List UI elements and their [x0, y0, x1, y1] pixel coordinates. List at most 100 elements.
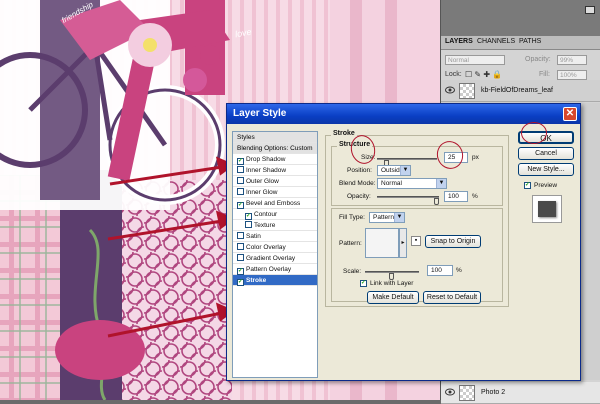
styles-header[interactable]: Styles	[233, 132, 317, 143]
opacity-slider-track[interactable]	[377, 196, 439, 198]
cancel-button[interactable]: Cancel	[518, 147, 574, 160]
style-item-label: Satin	[246, 233, 261, 240]
panel-icon[interactable]	[585, 6, 595, 14]
layer-style-dialog: Layer Style ✕ Styles Blending Options: C…	[226, 103, 581, 381]
preview-thumbnail	[538, 201, 556, 217]
scale-slider-handle[interactable]	[389, 273, 394, 280]
opacity-label: Opacity:	[347, 193, 371, 200]
style-item-label: Bevel and Emboss	[246, 200, 301, 207]
layer-name: Photo 2	[481, 389, 506, 396]
preview-swatch	[532, 195, 562, 223]
styles-list: Styles Blending Options: Custom ✓ Drop Sh…	[232, 131, 318, 378]
checkbox-unchecked[interactable]	[237, 177, 244, 184]
reset-to-default-button[interactable]: Reset to Default	[423, 291, 481, 304]
scale-field[interactable]: 100	[427, 265, 453, 276]
size-unit: px	[472, 154, 479, 161]
style-item-inner-shadow[interactable]: Inner Shadow	[233, 165, 317, 176]
eye-icon[interactable]	[445, 86, 455, 94]
checkbox-checked[interactable]: ✓	[237, 279, 244, 286]
style-item-contour[interactable]: ✓ Contour	[233, 209, 317, 220]
link-with-layer-checkbox[interactable]: ✓	[360, 280, 367, 287]
chevron-down-icon: ▼	[400, 166, 410, 175]
lock-icons[interactable]: ☐ ✎ ✚ 🔒	[465, 70, 502, 79]
panel-tabs: LAYERS CHANNELS PATHS	[441, 36, 600, 50]
style-item-stroke[interactable]: ✓ Stroke	[233, 275, 317, 286]
tab-layers[interactable]: LAYERS	[445, 38, 473, 45]
position-label: Position:	[347, 167, 372, 174]
style-item-label: Outer Glow	[246, 178, 279, 185]
checkbox-unchecked[interactable]	[237, 232, 244, 239]
checkbox-unchecked[interactable]	[237, 188, 244, 195]
style-item-satin[interactable]: Satin	[233, 231, 317, 242]
dialog-title-bar[interactable]: Layer Style ✕	[227, 104, 580, 124]
new-preset-icon[interactable]: ▪	[411, 236, 421, 246]
position-select[interactable]: Outside ▼	[377, 165, 411, 176]
style-item-inner-glow[interactable]: Inner Glow	[233, 187, 317, 198]
dialog-title: Layer Style	[233, 108, 287, 119]
close-icon: ✕	[565, 108, 575, 119]
fill-type-select[interactable]: Pattern ▼	[369, 212, 405, 223]
make-default-button[interactable]: Make Default	[367, 291, 419, 304]
blend-mode-select[interactable]: Normal ▼	[377, 178, 447, 189]
tab-paths[interactable]: PATHS	[519, 38, 541, 45]
checkbox-unchecked[interactable]	[237, 166, 244, 173]
style-item-bevel-emboss[interactable]: ✓ Bevel and Emboss	[233, 198, 317, 209]
fill-field[interactable]: 100%	[557, 70, 587, 80]
style-item-label: Pattern Overlay	[246, 266, 292, 273]
styles-header-label: Styles	[237, 134, 255, 141]
style-item-label: Color Overlay	[246, 244, 286, 251]
checkbox-checked[interactable]: ✓	[245, 213, 252, 220]
annotation-circle	[521, 122, 547, 144]
style-item-label: Inner Glow	[246, 189, 278, 196]
preview-checkbox[interactable]: ✓	[524, 182, 531, 189]
style-item-label: Inner Shadow	[246, 167, 287, 174]
checkbox-checked[interactable]: ✓	[237, 268, 244, 275]
pattern-picker-arrow[interactable]: ▸	[399, 228, 407, 258]
blend-mode-select[interactable]: Normal	[445, 55, 505, 65]
layer-thumbnail	[459, 385, 475, 401]
link-with-layer-label: Link with Layer	[370, 280, 414, 287]
style-item-color-overlay[interactable]: Color Overlay	[233, 242, 317, 253]
panel-top-area	[441, 0, 600, 36]
opacity-label: Opacity:	[525, 56, 551, 63]
style-item-label: Texture	[254, 222, 276, 229]
pattern-swatch[interactable]	[365, 228, 399, 258]
fill-type-value: Pattern	[373, 214, 394, 221]
checkbox-unchecked[interactable]	[237, 254, 244, 261]
layer-row[interactable]: Photo 2	[441, 382, 600, 404]
preview-label: Preview	[534, 182, 558, 189]
checkbox-checked[interactable]: ✓	[237, 158, 244, 165]
new-style-button[interactable]: New Style...	[518, 163, 574, 176]
blending-options-label: Blending Options: Custom	[237, 145, 313, 152]
blend-mode-label: Blend Mode:	[339, 180, 376, 187]
chevron-down-icon: ▼	[394, 213, 404, 222]
layer-thumbnail	[459, 83, 475, 99]
style-item-pattern-overlay[interactable]: ✓ Pattern Overlay	[233, 264, 317, 275]
layer-row[interactable]: kb-FieldOfDreams_leaf	[441, 80, 600, 102]
layer-name: kb-FieldOfDreams_leaf	[481, 87, 553, 94]
style-item-texture[interactable]: Texture	[233, 220, 317, 231]
style-item-outer-glow[interactable]: Outer Glow	[233, 176, 317, 187]
opacity-slider-handle[interactable]	[434, 198, 439, 205]
checkbox-checked[interactable]: ✓	[237, 202, 244, 209]
snap-to-origin-button[interactable]: Snap to Origin	[425, 235, 481, 248]
opacity-field[interactable]: 99%	[557, 55, 587, 65]
opacity-unit: %	[472, 193, 478, 200]
style-item-label: Drop Shadow	[246, 156, 286, 163]
stroke-section-title: Stroke	[331, 130, 357, 137]
close-button[interactable]: ✕	[563, 107, 577, 121]
eye-icon[interactable]	[445, 388, 455, 396]
style-item-drop-shadow[interactable]: ✓ Drop Shadow	[233, 154, 317, 165]
opacity-field[interactable]: 100	[444, 191, 468, 202]
blending-options-item[interactable]: Blending Options: Custom	[233, 143, 317, 154]
blend-mode-value: Normal	[381, 180, 402, 187]
tab-channels[interactable]: CHANNELS	[477, 38, 515, 45]
scale-unit: %	[456, 267, 462, 274]
checkbox-unchecked[interactable]	[237, 243, 244, 250]
style-item-gradient-overlay[interactable]: Gradient Overlay	[233, 253, 317, 264]
fill-type-label: Fill Type:	[339, 214, 365, 221]
checkbox-unchecked[interactable]	[245, 221, 252, 228]
style-item-label: Stroke	[246, 277, 267, 284]
fill-type-group	[331, 208, 503, 302]
style-item-label: Contour	[254, 211, 278, 218]
